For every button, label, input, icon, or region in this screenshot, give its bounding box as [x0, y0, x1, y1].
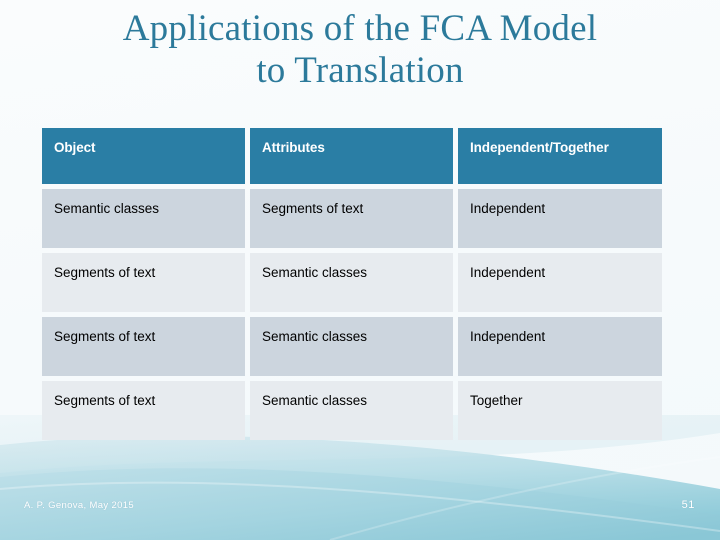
- fca-table-container: Object Attributes Independent/Together S…: [42, 128, 662, 440]
- table-row: Segments of text Semantic classes Indepe…: [42, 317, 662, 376]
- table-header-row: Object Attributes Independent/Together: [42, 128, 662, 184]
- footer-author: A. P. Genova, May 2015: [24, 500, 134, 511]
- table-body: Semantic classes Segments of text Indepe…: [42, 189, 662, 440]
- table-header: Object Attributes Independent/Together: [42, 128, 662, 184]
- cell-relation: Independent: [458, 317, 662, 376]
- cell-relation: Together: [458, 381, 662, 440]
- column-header-object: Object: [42, 128, 245, 184]
- footer-page-number: 51: [681, 499, 695, 511]
- cell-object: Segments of text: [42, 253, 245, 312]
- column-header-attributes: Attributes: [250, 128, 453, 184]
- cell-object: Segments of text: [42, 381, 245, 440]
- cell-relation: Independent: [458, 253, 662, 312]
- cell-object: Semantic classes: [42, 189, 245, 248]
- cell-object: Segments of text: [42, 317, 245, 376]
- table-row: Segments of text Semantic classes Indepe…: [42, 253, 662, 312]
- cell-attributes: Semantic classes: [250, 317, 453, 376]
- table-row: Segments of text Semantic classes Togeth…: [42, 381, 662, 440]
- cell-attributes: Segments of text: [250, 189, 453, 248]
- cell-attributes: Semantic classes: [250, 253, 453, 312]
- column-header-independent-together: Independent/Together: [458, 128, 662, 184]
- slide-canvas: Applications of the FCA Model to Transla…: [0, 0, 720, 540]
- cell-attributes: Semantic classes: [250, 381, 453, 440]
- slide-title: Applications of the FCA Model to Transla…: [122, 8, 598, 92]
- table-row: Semantic classes Segments of text Indepe…: [42, 189, 662, 248]
- fca-applications-table: Object Attributes Independent/Together S…: [37, 123, 667, 445]
- cell-relation: Independent: [458, 189, 662, 248]
